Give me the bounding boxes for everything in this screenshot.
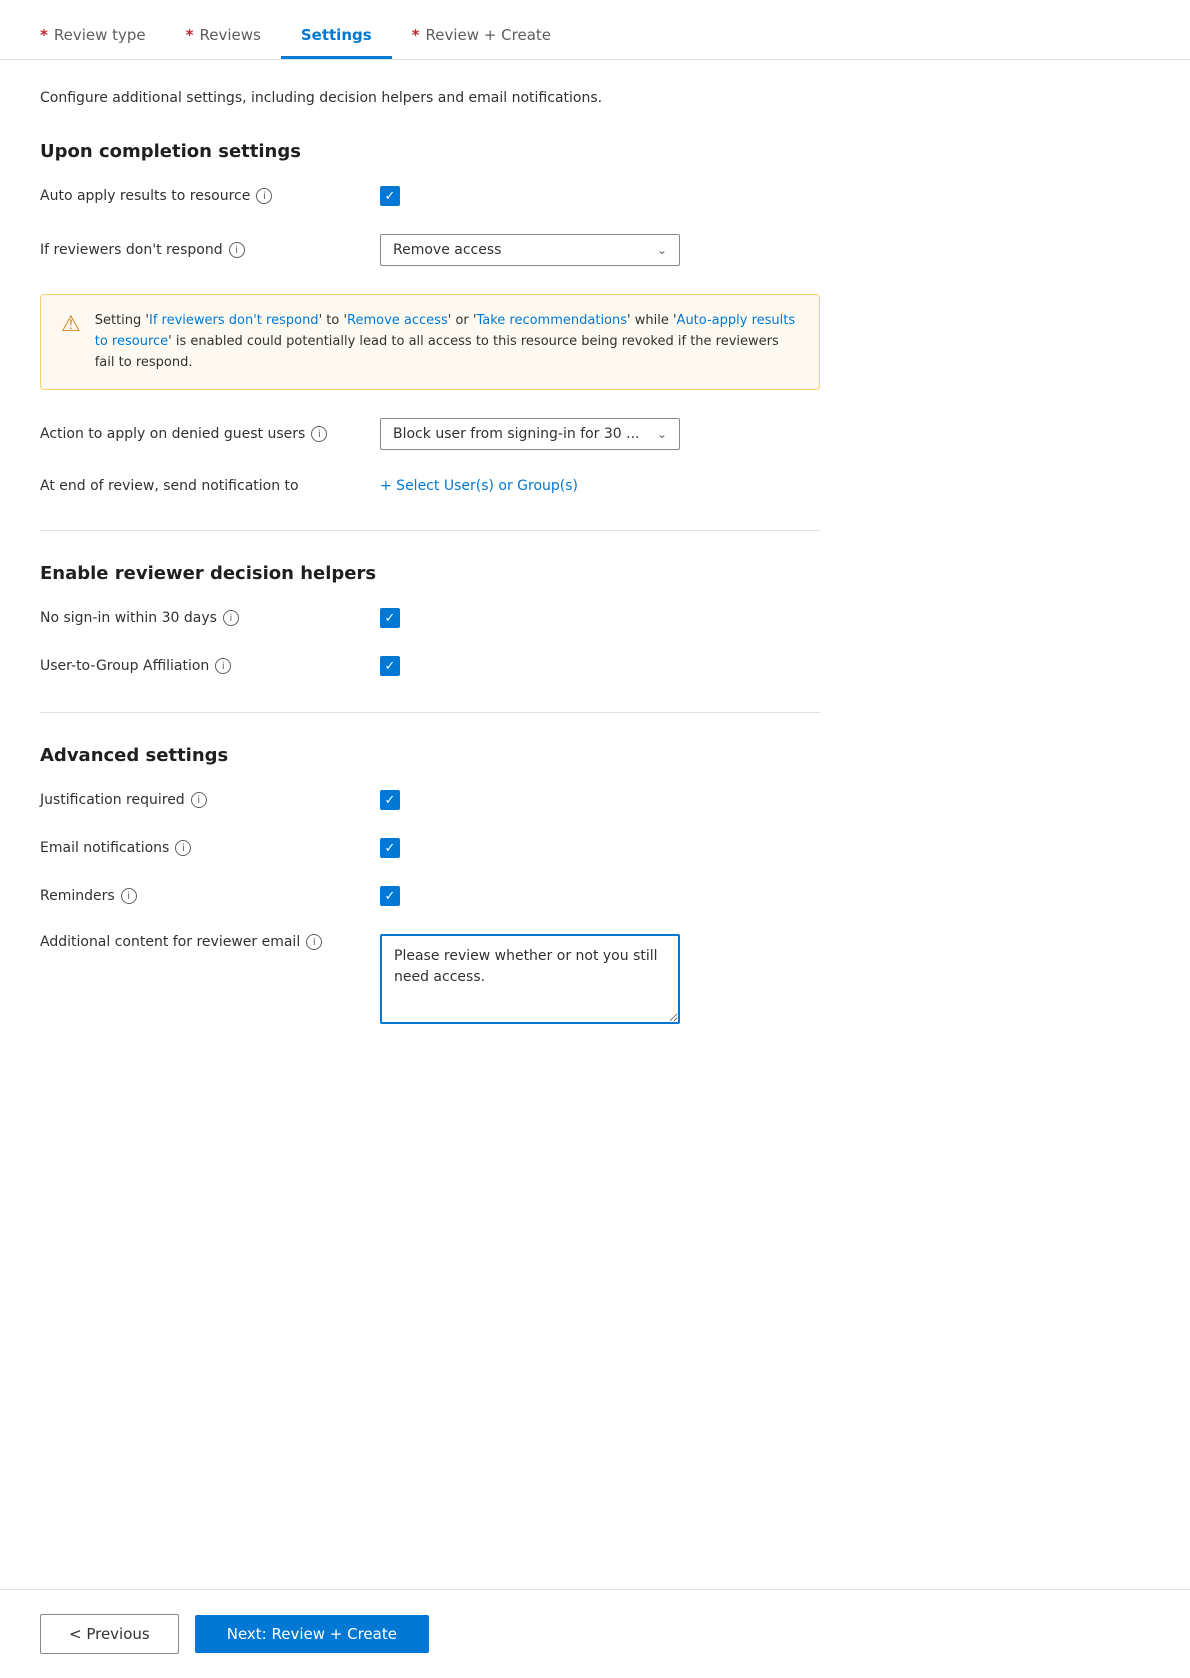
- reviewers-respond-label-container: If reviewers don't respond i: [40, 242, 360, 258]
- completion-section-title: Upon completion settings: [40, 141, 820, 162]
- email-notifications-checkbox[interactable]: [380, 838, 400, 858]
- next-button[interactable]: Next: Review + Create: [195, 1615, 429, 1653]
- additional-content-row: Additional content for reviewer email i …: [40, 934, 820, 1024]
- no-signin-label-container: No sign-in within 30 days i: [40, 610, 360, 626]
- tab-settings-label: Settings: [301, 26, 372, 44]
- group-affiliation-checkbox[interactable]: [380, 656, 400, 676]
- reviewers-respond-row: If reviewers don't respond i Remove acce…: [40, 234, 820, 266]
- warning-box: ⚠ Setting 'If reviewers don't respond' t…: [40, 294, 820, 390]
- tab-reviews[interactable]: * Reviews: [166, 14, 281, 59]
- group-affiliation-label-container: User-to-Group Affiliation i: [40, 658, 360, 674]
- group-affiliation-info-icon[interactable]: i: [215, 658, 231, 674]
- tab-review-create-label: Review + Create: [426, 26, 551, 44]
- reviewers-respond-chevron-icon: ⌄: [657, 243, 667, 257]
- auto-apply-row: Auto apply results to resource i: [40, 186, 820, 206]
- bottom-navigation: < Previous Next: Review + Create: [0, 1589, 1190, 1678]
- auto-apply-label: Auto apply results to resource: [40, 188, 250, 204]
- reviewers-respond-value: Remove access: [393, 242, 501, 258]
- select-users-groups-link[interactable]: + Select User(s) or Group(s): [380, 478, 578, 494]
- additional-content-info-icon[interactable]: i: [306, 934, 322, 950]
- no-signin-row: No sign-in within 30 days i: [40, 608, 820, 628]
- reminders-row: Reminders i: [40, 886, 820, 906]
- group-affiliation-row: User-to-Group Affiliation i: [40, 656, 820, 676]
- no-signin-checkbox[interactable]: [380, 608, 400, 628]
- required-star-review-type: *: [40, 26, 48, 44]
- notification-label-container: At end of review, send notification to: [40, 478, 360, 494]
- denied-guest-dropdown[interactable]: Block user from signing-in for 30 ... ⌄: [380, 418, 680, 450]
- tab-review-type-label: Review type: [54, 26, 146, 44]
- no-signin-label: No sign-in within 30 days: [40, 610, 217, 626]
- denied-guest-info-icon[interactable]: i: [311, 426, 327, 442]
- divider-2: [40, 712, 820, 713]
- group-affiliation-label: User-to-Group Affiliation: [40, 658, 209, 674]
- reviewers-respond-info-icon[interactable]: i: [229, 242, 245, 258]
- divider-1: [40, 530, 820, 531]
- email-notifications-label: Email notifications: [40, 840, 169, 856]
- additional-content-label-container: Additional content for reviewer email i: [40, 934, 360, 950]
- additional-content-label: Additional content for reviewer email: [40, 934, 300, 950]
- denied-guest-value: Block user from signing-in for 30 ...: [393, 426, 640, 442]
- tab-review-create[interactable]: * Review + Create: [392, 14, 571, 59]
- warning-text: Setting 'If reviewers don't respond' to …: [95, 311, 799, 373]
- reviewers-respond-label: If reviewers don't respond: [40, 242, 223, 258]
- auto-apply-label-container: Auto apply results to resource i: [40, 188, 360, 204]
- tab-review-type[interactable]: * Review type: [20, 14, 166, 59]
- warning-highlight-3: Take recommendations: [476, 313, 627, 328]
- additional-content-textarea[interactable]: Please review whether or not you still n…: [380, 934, 680, 1024]
- advanced-settings-title: Advanced settings: [40, 745, 820, 766]
- justification-info-icon[interactable]: i: [191, 792, 207, 808]
- decision-helpers-section: Enable reviewer decision helpers No sign…: [40, 563, 820, 676]
- page-subtitle: Configure additional settings, including…: [40, 88, 820, 109]
- justification-checkbox[interactable]: [380, 790, 400, 810]
- reminders-info-icon[interactable]: i: [121, 888, 137, 904]
- justification-label-container: Justification required i: [40, 792, 360, 808]
- decision-helpers-title: Enable reviewer decision helpers: [40, 563, 820, 584]
- justification-label: Justification required: [40, 792, 185, 808]
- required-star-reviews: *: [186, 26, 194, 44]
- notification-row: At end of review, send notification to +…: [40, 478, 820, 494]
- notification-label: At end of review, send notification to: [40, 478, 299, 494]
- reminders-checkbox[interactable]: [380, 886, 400, 906]
- reminders-label: Reminders: [40, 888, 115, 904]
- auto-apply-info-icon[interactable]: i: [256, 188, 272, 204]
- tab-settings[interactable]: Settings: [281, 14, 392, 59]
- tab-reviews-label: Reviews: [200, 26, 261, 44]
- warning-highlight-2: Remove access: [347, 313, 448, 328]
- email-notifications-label-container: Email notifications i: [40, 840, 360, 856]
- main-content: Configure additional settings, including…: [0, 60, 860, 1088]
- justification-row: Justification required i: [40, 790, 820, 810]
- completion-settings-section: Upon completion settings Auto apply resu…: [40, 141, 820, 494]
- previous-button[interactable]: < Previous: [40, 1614, 179, 1654]
- reminders-label-container: Reminders i: [40, 888, 360, 904]
- required-star-review-create: *: [412, 26, 420, 44]
- email-notifications-info-icon[interactable]: i: [175, 840, 191, 856]
- denied-guest-chevron-icon: ⌄: [657, 427, 667, 441]
- denied-guest-row: Action to apply on denied guest users i …: [40, 418, 820, 450]
- reviewers-respond-dropdown[interactable]: Remove access ⌄: [380, 234, 680, 266]
- warning-highlight-1: If reviewers don't respond: [149, 313, 319, 328]
- denied-guest-label: Action to apply on denied guest users: [40, 426, 305, 442]
- advanced-settings-section: Advanced settings Justification required…: [40, 745, 820, 1024]
- email-notifications-row: Email notifications i: [40, 838, 820, 858]
- auto-apply-checkbox[interactable]: [380, 186, 400, 206]
- denied-guest-label-container: Action to apply on denied guest users i: [40, 426, 360, 442]
- no-signin-info-icon[interactable]: i: [223, 610, 239, 626]
- nav-tabs: * Review type * Reviews Settings * Revie…: [0, 0, 1190, 60]
- warning-triangle-icon: ⚠: [61, 312, 81, 337]
